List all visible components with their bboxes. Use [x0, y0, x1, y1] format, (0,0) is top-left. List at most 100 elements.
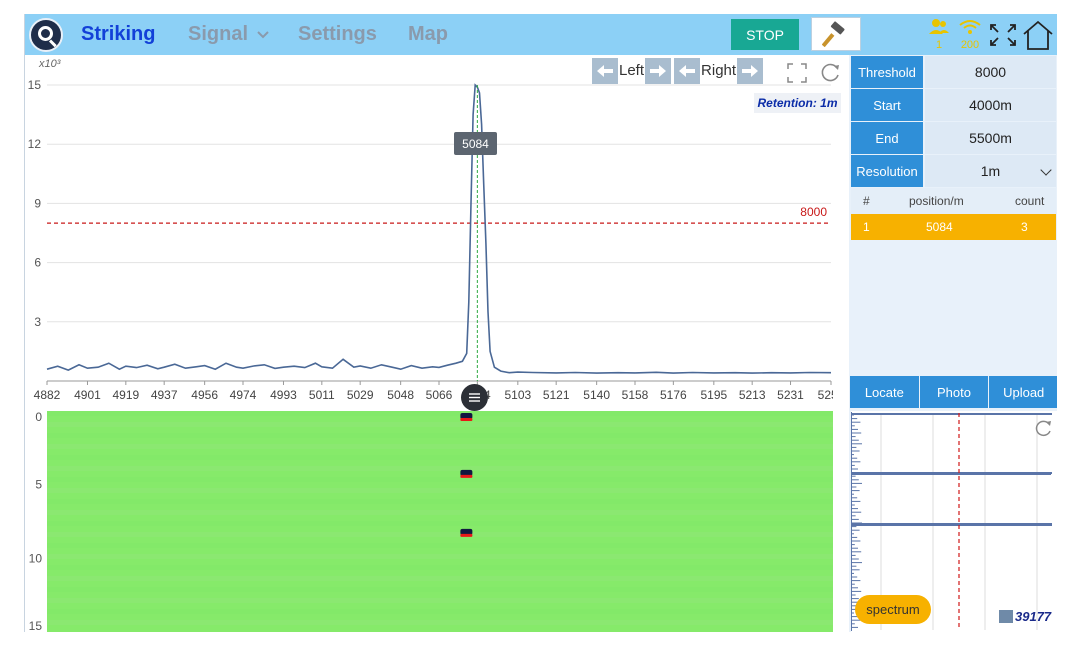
right-prev-button[interactable]	[674, 57, 701, 84]
heatmap-noise-band	[47, 554, 833, 559]
tab-signal-label: Signal	[188, 23, 249, 45]
wifi-value: 200	[960, 39, 980, 51]
hammer-button[interactable]	[811, 17, 861, 51]
action-bar: Locate Photo Upload	[849, 376, 1057, 408]
x-tick-label: 5213	[739, 388, 766, 402]
spectrum-button[interactable]: spectrum	[855, 595, 931, 624]
start-input[interactable]: 4000m	[925, 89, 1056, 121]
heatmap-noise-band	[47, 433, 833, 438]
x-tick-label: 5011	[309, 388, 335, 402]
x-tick-label: 4882	[34, 388, 61, 402]
retention-badge: Retention: 1m	[754, 93, 841, 113]
y-tick-label: 3	[34, 315, 41, 329]
x-tick-label: 5048	[387, 388, 414, 402]
right-panel: Threshold 8000 Start 4000m End 5500m Res…	[849, 55, 1057, 632]
heatmap-noise-band	[47, 598, 833, 603]
heatmap-noise-band	[47, 587, 833, 592]
table-row[interactable]: 1 5084 3	[851, 214, 1056, 240]
menu-handle-button[interactable]	[461, 384, 488, 411]
col-count-header: count	[1015, 194, 1045, 208]
right-next-button[interactable]	[737, 57, 764, 84]
resolution-label: Resolution	[851, 155, 923, 187]
x-tick-label: 4901	[74, 388, 101, 402]
waterfall-heatmap[interactable]: 0 5 10 15	[25, 411, 833, 632]
arrow-left-icon	[679, 64, 696, 77]
heatmap-noise-band	[47, 521, 833, 526]
spectrum-panel: spectrum 39177	[851, 411, 1057, 632]
spectrum-refresh-icon[interactable]	[1033, 419, 1053, 439]
user-indicator: 1	[928, 18, 950, 51]
resolution-value: 1m	[980, 163, 1001, 179]
expand-icon[interactable]	[988, 22, 1018, 48]
y-tick-label: 9	[34, 196, 41, 210]
locate-button[interactable]: Locate	[849, 376, 919, 408]
heatmap-y-tick-label: 10	[29, 551, 43, 565]
resolution-row: Resolution 1m	[849, 155, 1057, 187]
threshold-input[interactable]: 8000	[925, 56, 1056, 88]
x-tick-label: 5176	[660, 388, 687, 402]
home-icon[interactable]	[1021, 19, 1055, 51]
start-label: Start	[851, 89, 923, 121]
tab-map[interactable]: Map	[408, 23, 448, 46]
col-index-header: #	[863, 194, 870, 208]
signal-line-chart[interactable]: x10³ 3 6 9 12 15 4882 4901 4919 4937 4956 4974 4993 5…	[25, 55, 833, 410]
upload-button[interactable]: Upload	[988, 376, 1057, 408]
hammer-icon	[822, 21, 845, 47]
heatmap-noise-band	[47, 510, 833, 515]
heatmap-noise-band	[47, 576, 833, 581]
x-tick-label: 5029	[347, 388, 374, 402]
wifi-indicator: 200	[957, 18, 983, 51]
x-tick-label: 4956	[191, 388, 218, 402]
heatmap-noise-band	[47, 455, 833, 460]
counter-icon	[999, 610, 1013, 623]
app-window: Striking Signal Settings Map STOP 1 200 …	[24, 14, 1057, 632]
x-tick-label: 5250	[818, 388, 833, 402]
threshold-label: 8000	[800, 205, 827, 219]
threshold-row: Threshold 8000	[849, 56, 1057, 88]
end-input[interactable]: 5500m	[925, 122, 1056, 154]
x-tick-label: 4919	[112, 388, 139, 402]
tab-striking[interactable]: Striking	[81, 23, 155, 46]
heatmap-noise-band	[47, 488, 833, 493]
row-count: 3	[1021, 220, 1028, 234]
tab-signal[interactable]: Signal	[188, 23, 270, 46]
x-tick-label: 5066	[426, 388, 453, 402]
heatmap-noise-band	[47, 620, 833, 625]
x-tick-label: 5121	[543, 388, 570, 402]
heatmap-noise-band	[47, 532, 833, 537]
heatmap-hot-spot-edge	[460, 418, 473, 421]
x-tick-label: 4937	[151, 388, 178, 402]
heatmap-hot-spot-edge	[460, 474, 473, 478]
x-tick-label: 5158	[622, 388, 649, 402]
search-logo-icon[interactable]	[29, 18, 63, 52]
right-label: Right	[701, 62, 737, 79]
y-tick-label: 12	[28, 137, 42, 151]
stop-button[interactable]: STOP	[731, 19, 799, 50]
signal-series-line	[46, 83, 832, 374]
x-tick-label: 5103	[504, 388, 531, 402]
start-row: Start 4000m	[849, 89, 1057, 121]
heatmap-noise-band	[47, 609, 833, 614]
heatmap-noise-band	[47, 466, 833, 471]
threshold-label: Threshold	[851, 56, 923, 88]
x-tick-label: 5195	[700, 388, 727, 402]
x-tick-label: 5140	[583, 388, 610, 402]
heatmap-noise-band	[47, 565, 833, 570]
photo-button[interactable]: Photo	[918, 376, 989, 408]
zoom-reset-icon[interactable]	[787, 63, 807, 83]
x-tick-label: 4974	[230, 388, 257, 402]
top-bar: Striking Signal Settings Map STOP 1 200	[25, 14, 1057, 55]
x-tick-label: 4993	[270, 388, 297, 402]
row-position: 5084	[926, 220, 953, 234]
end-label: End	[851, 122, 923, 154]
tab-settings[interactable]: Settings	[298, 23, 377, 46]
peak-position-label: 5084	[454, 132, 497, 155]
users-count: 1	[935, 39, 943, 51]
arrow-right-icon	[742, 64, 759, 77]
y-tick-label: 6	[34, 256, 41, 270]
chevron-down-icon	[256, 31, 269, 39]
left-next-button[interactable]	[645, 57, 672, 84]
resolution-select[interactable]: 1m	[925, 155, 1056, 187]
left-prev-button[interactable]	[592, 57, 618, 84]
refresh-icon[interactable]	[819, 62, 841, 84]
